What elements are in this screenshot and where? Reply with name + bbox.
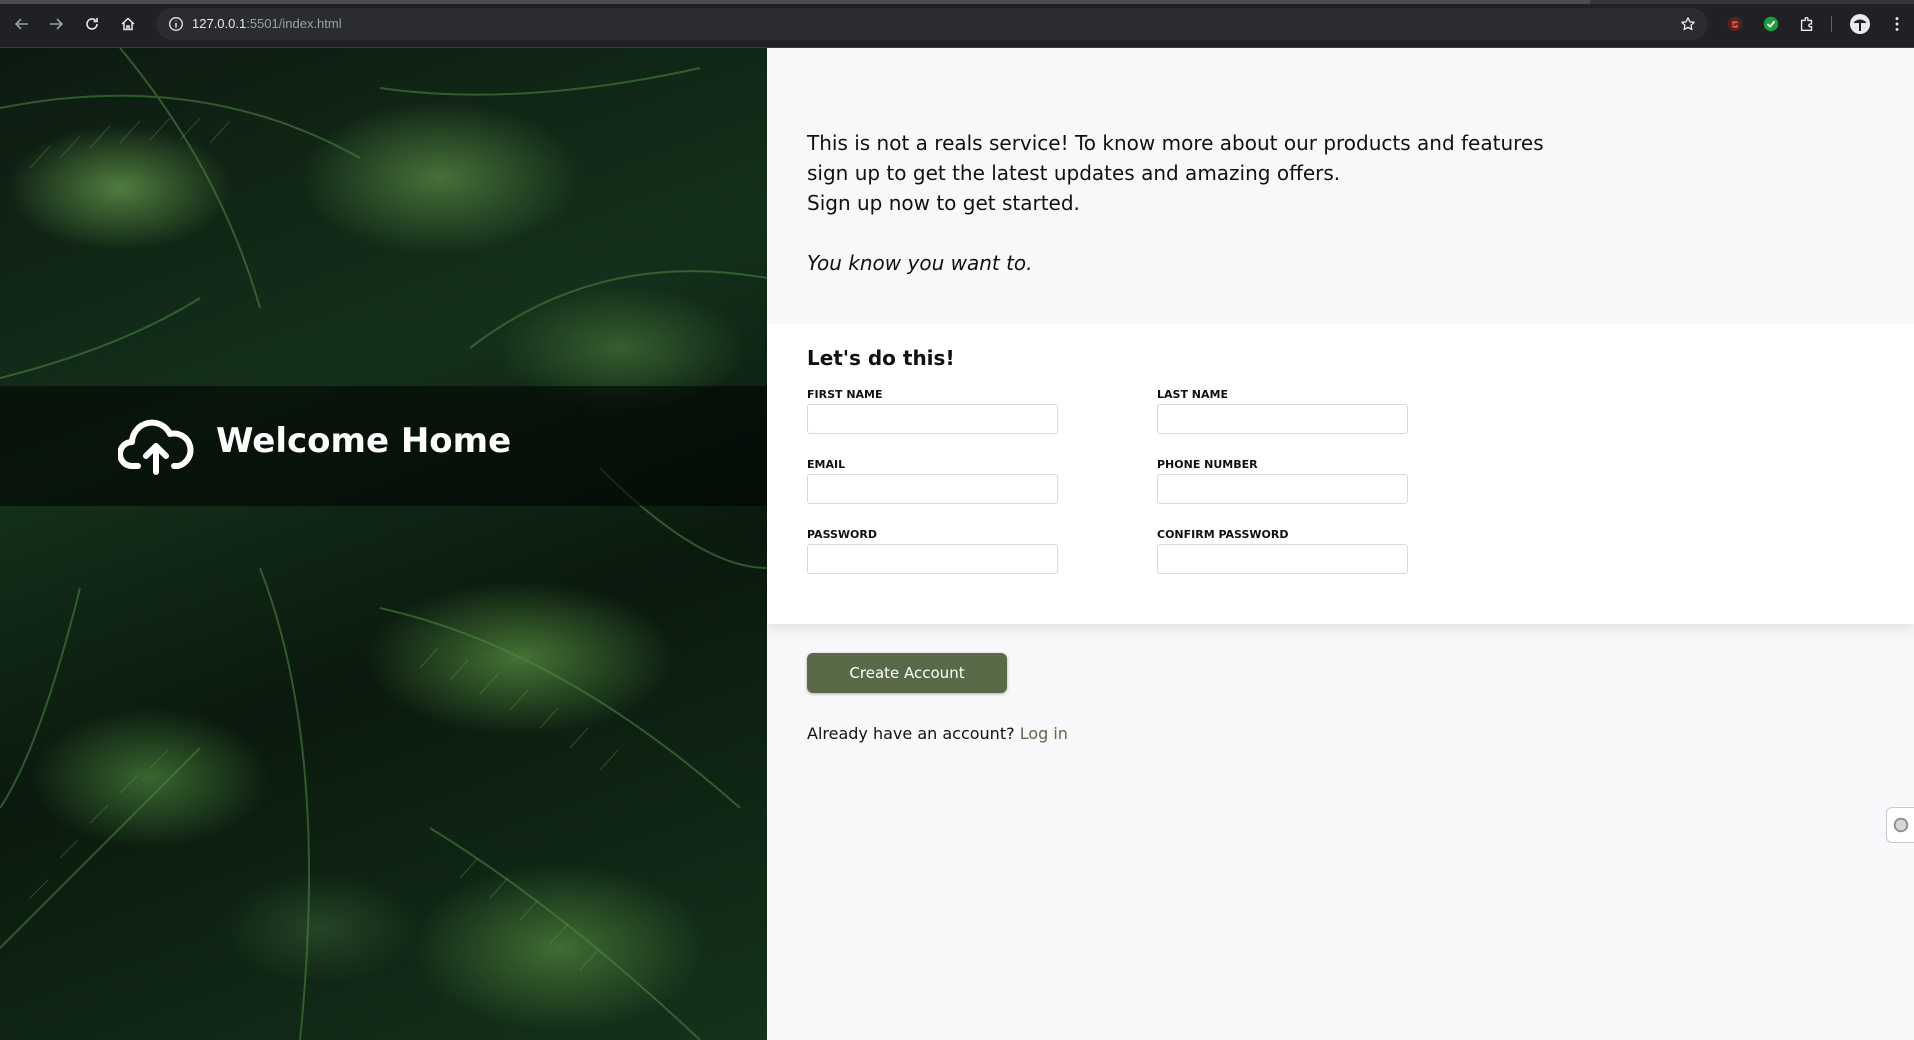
home-icon[interactable] bbox=[116, 12, 140, 36]
extension-check-icon[interactable] bbox=[1760, 13, 1782, 35]
email-field: EMAIL bbox=[807, 458, 1059, 504]
login-prompt-text: Already have an account? bbox=[807, 724, 1015, 743]
site-info-icon[interactable] bbox=[168, 16, 184, 32]
address-bar[interactable]: 127.0.0.1:5501/index.html bbox=[156, 8, 1708, 40]
last-name-label: LAST NAME bbox=[1157, 388, 1228, 401]
login-prompt: Already have an account? Log in bbox=[807, 724, 1068, 743]
form-heading: Let's do this! bbox=[807, 346, 955, 370]
browser-toolbar: 127.0.0.1:5501/index.html bbox=[0, 0, 1914, 48]
email-label: EMAIL bbox=[807, 458, 846, 471]
password-label: PASSWORD bbox=[807, 528, 878, 541]
intro-text: This is not a reals service! To know mor… bbox=[807, 128, 1607, 278]
email-input[interactable] bbox=[807, 474, 1058, 504]
intro-line-3: Sign up now to get started. bbox=[807, 191, 1080, 215]
cloud-upload-icon bbox=[118, 419, 194, 475]
forward-arrow-icon[interactable] bbox=[44, 12, 68, 36]
bookmark-star-icon[interactable] bbox=[1680, 16, 1696, 32]
create-account-button[interactable]: Create Account bbox=[807, 653, 1007, 693]
last-name-field: LAST NAME bbox=[1157, 388, 1409, 434]
phone-number-field: PHONE NUMBER bbox=[1157, 458, 1409, 504]
intro-line-1: This is not a reals service! To know mor… bbox=[807, 131, 1544, 155]
phone-number-label: PHONE NUMBER bbox=[1157, 458, 1258, 471]
fern-background-illustration bbox=[0, 48, 767, 1040]
last-name-input[interactable] bbox=[1157, 404, 1408, 434]
more-menu-icon[interactable] bbox=[1886, 13, 1908, 35]
back-arrow-icon[interactable] bbox=[10, 12, 34, 36]
toolbar-separator bbox=[1831, 16, 1832, 32]
extensions-puzzle-icon[interactable] bbox=[1796, 13, 1818, 35]
tab-strip bbox=[0, 0, 1914, 4]
side-panel-handle[interactable] bbox=[1886, 807, 1914, 843]
brand-title: Welcome Home bbox=[216, 421, 512, 461]
confirm-password-label: CONFIRM PASSWORD bbox=[1157, 528, 1289, 541]
confirm-password-field: CONFIRM PASSWORD bbox=[1157, 528, 1409, 574]
signup-form: Let's do this! FIRST NAME LAST NAME EMAI… bbox=[767, 324, 1914, 624]
hero-fern-image: Welcome Home bbox=[0, 48, 767, 1040]
confirm-password-input[interactable] bbox=[1157, 544, 1408, 574]
reload-icon[interactable] bbox=[80, 12, 104, 36]
phone-number-input[interactable] bbox=[1157, 474, 1408, 504]
url-host: 127.0.0.1 bbox=[192, 16, 247, 31]
url-path: :5501/index.html bbox=[246, 16, 342, 31]
password-field: PASSWORD bbox=[807, 528, 1059, 574]
password-input[interactable] bbox=[807, 544, 1058, 574]
first-name-label: FIRST NAME bbox=[807, 388, 883, 401]
login-link[interactable]: Log in bbox=[1020, 724, 1068, 743]
first-name-field: FIRST NAME bbox=[807, 388, 1059, 434]
intro-line-2: sign up to get the latest updates and am… bbox=[807, 161, 1341, 185]
signup-panel: This is not a reals service! To know mor… bbox=[767, 48, 1914, 1040]
extension-shield-icon[interactable] bbox=[1724, 13, 1746, 35]
url-text: 127.0.0.1:5501/index.html bbox=[192, 16, 342, 31]
intro-tagline: You know you want to. bbox=[807, 251, 1033, 275]
profile-avatar-icon[interactable] bbox=[1849, 13, 1871, 35]
circle-toggle-icon bbox=[1893, 817, 1908, 833]
loading-bar bbox=[0, 0, 1590, 4]
first-name-input[interactable] bbox=[807, 404, 1058, 434]
